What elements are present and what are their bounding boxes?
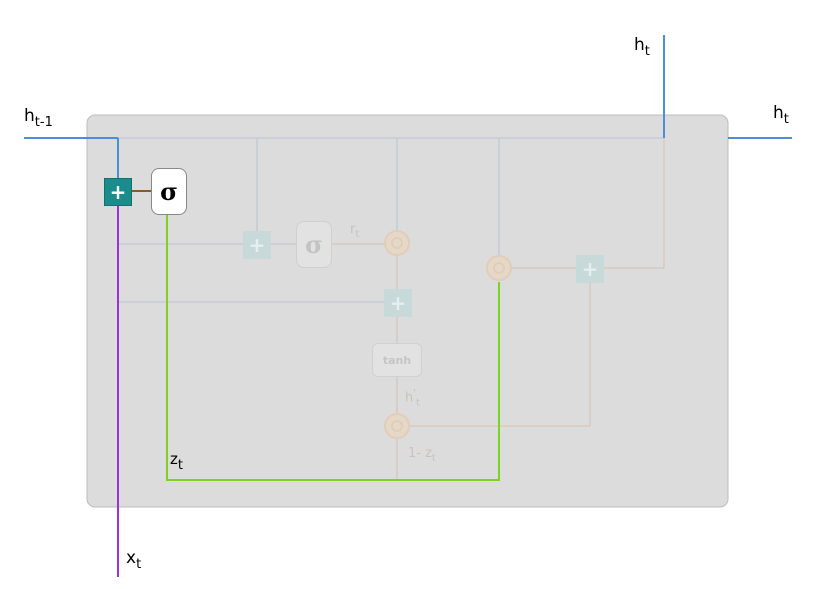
multiply-op-out xyxy=(486,255,512,281)
label-h-prev: ht-1 xyxy=(24,106,53,130)
sigma-update-gate: σ xyxy=(151,168,187,215)
label-z: zt xyxy=(170,450,183,473)
label-h-right: ht xyxy=(773,103,789,127)
multiply-op-z xyxy=(384,413,410,439)
label-x: xt xyxy=(126,548,142,572)
label-r: rt xyxy=(350,222,360,240)
plus-op-output: + xyxy=(576,255,604,283)
tanh-box: tanh xyxy=(372,343,422,377)
sigma-reset-gate: σ xyxy=(296,221,332,268)
label-h-tilde: h't xyxy=(405,388,420,409)
label-h-top: ht xyxy=(634,35,650,59)
plus-op-reset: + xyxy=(243,231,271,259)
label-one-minus-z: 1- zt xyxy=(408,446,436,464)
plus-op-update: + xyxy=(104,178,132,206)
multiply-op-r xyxy=(384,230,410,256)
plus-op-candidate: + xyxy=(384,289,412,317)
